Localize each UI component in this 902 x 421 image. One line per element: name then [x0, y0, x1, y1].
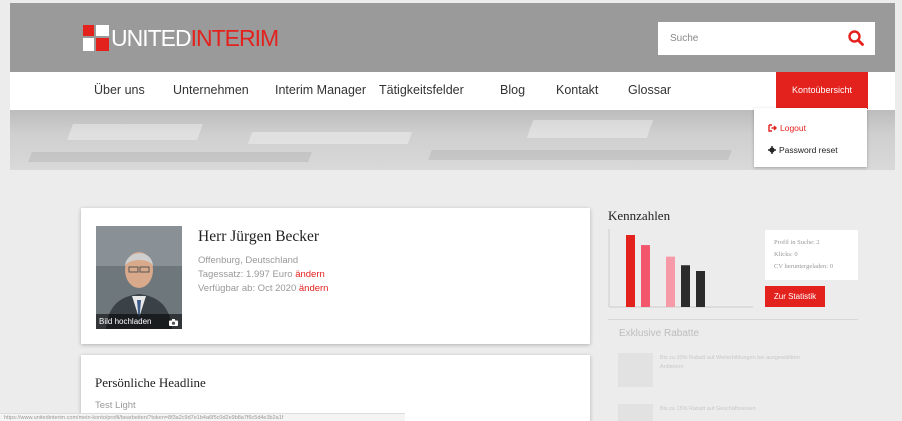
profile-card: Bild hochladen Herr Jürgen Becker Offenb…	[81, 208, 590, 344]
change-rate-link[interactable]: ändern	[295, 269, 325, 280]
headline-card: Persönliche Headline Test Light	[81, 355, 590, 421]
rabatt-thumbnail	[618, 353, 653, 387]
profile-location: Offenburg, Deutschland	[198, 255, 299, 266]
rabatt-text: Bis zu 30% Rabatt auf Weiterbildungen be…	[660, 355, 800, 370]
profile-rate-label: Tagessatz: 1.997 Euro	[198, 269, 293, 280]
nav-item-taetigkeitsfelder[interactable]: Tätigkeitsfelder	[379, 83, 464, 97]
password-reset-menu-item[interactable]: Password reset	[768, 145, 838, 155]
profile-availability: Verfügbar ab: Oct 2020 ändern	[198, 283, 328, 294]
logout-icon	[768, 124, 777, 132]
account-overview-button[interactable]: Kontoübersicht	[776, 72, 868, 109]
nav-item-ueber-uns[interactable]: Über uns	[94, 83, 145, 97]
chart-bar	[626, 235, 635, 307]
profile-rate: Tagessatz: 1.997 Euro ändern	[198, 269, 325, 280]
site-logo[interactable]: UNITEDINTERIM	[83, 21, 280, 55]
gear-icon	[768, 146, 776, 154]
logo-text-interim: INTERIM	[190, 24, 280, 51]
site-header: UNITEDINTERIM	[10, 3, 895, 72]
chart-bar	[696, 271, 705, 307]
chart-bar	[641, 245, 650, 307]
upload-photo-button[interactable]: Bild hochladen	[96, 314, 182, 329]
nav-item-unternehmen[interactable]: Unternehmen	[173, 83, 249, 97]
kennzahlen-chart	[608, 229, 753, 308]
logout-menu-item[interactable]: Logout	[768, 123, 806, 133]
stat-cv-downloads: CV heruntergeladen: 0	[774, 263, 833, 270]
upload-photo-label: Bild hochladen	[99, 317, 152, 326]
logo-text: UNITEDINTERIM	[111, 24, 280, 52]
rabatt-item[interactable]: Bis zu 15% Rabatt auf Geschäftsreisen	[618, 404, 858, 421]
search-box	[658, 22, 875, 55]
camera-icon	[169, 319, 178, 326]
statistics-button[interactable]: Zur Statistik	[765, 286, 825, 307]
kennzahlen-title: Kennzahlen	[608, 208, 671, 223]
password-reset-label: Password reset	[779, 145, 838, 155]
change-availability-link[interactable]: ändern	[299, 283, 329, 294]
stats-summary-box: Profil in Suche: 2 Klicks: 0 CV herunter…	[765, 230, 858, 280]
headline-text: Test Light	[95, 400, 136, 411]
chart-bar	[681, 265, 690, 307]
profile-name: Herr Jürgen Becker	[198, 228, 320, 245]
logo-text-united: UNITED	[111, 24, 192, 51]
search-input[interactable]	[658, 22, 838, 55]
main-nav: Über uns Unternehmen Interim Manager Tät…	[10, 72, 895, 110]
rabatt-item[interactable]: Bis zu 30% Rabatt auf Weiterbildungen be…	[618, 353, 858, 389]
nav-item-kontakt[interactable]: Kontakt	[556, 83, 598, 97]
stat-clicks: Klicks: 0	[774, 251, 798, 258]
rabatt-text: Bis zu 15% Rabatt auf Geschäftsreisen	[660, 406, 756, 412]
profile-availability-label: Verfügbar ab: Oct 2020	[198, 283, 297, 294]
rabatt-thumbnail	[618, 404, 653, 421]
nav-item-interim-manager[interactable]: Interim Manager	[275, 83, 366, 97]
logo-mark-icon	[83, 25, 109, 51]
headline-title: Persönliche Headline	[95, 375, 206, 390]
chart-bar	[666, 256, 675, 307]
rabatte-title: Exklusive Rabatte	[619, 328, 700, 339]
search-icon[interactable]	[847, 29, 865, 47]
logout-label: Logout	[780, 123, 806, 133]
browser-status-bar: https://www.unitedinterim.com/mein-konto…	[0, 413, 405, 421]
nav-item-glossar[interactable]: Glossar	[628, 83, 671, 97]
nav-item-blog[interactable]: Blog	[500, 83, 525, 97]
stat-profile-in-search: Profil in Suche: 2	[774, 239, 820, 246]
account-dropdown-menu: Logout Password reset	[754, 108, 867, 167]
section-divider	[608, 319, 858, 320]
profile-photo[interactable]: Bild hochladen	[96, 226, 182, 329]
